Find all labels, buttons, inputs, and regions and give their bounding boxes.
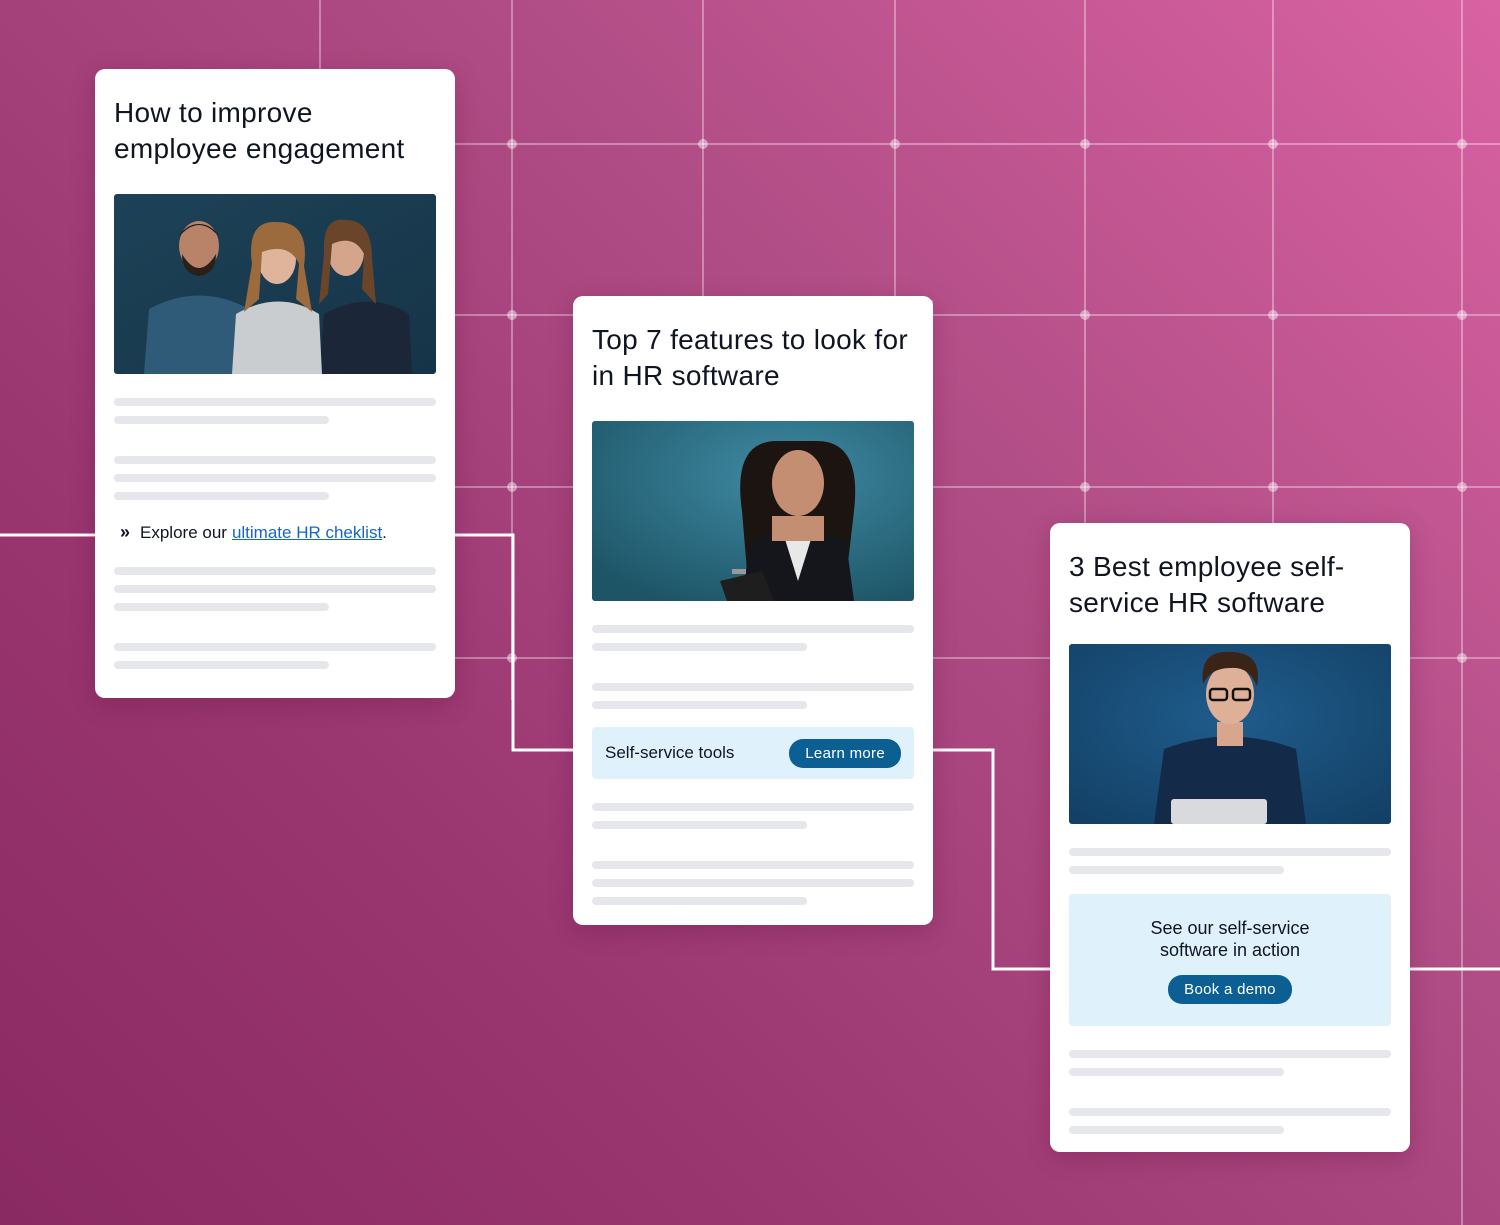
explore-prefix: Explore our	[140, 522, 227, 542]
text-placeholder-block	[114, 398, 436, 500]
double-chevron-right-icon: »	[120, 522, 131, 542]
card-title: 3 Best employee self-service HR software	[1069, 551, 1345, 618]
man-with-laptop-photo	[1069, 644, 1391, 824]
article-card-hr-features[interactable]: Top 7 features to look for in HR softwar…	[573, 296, 933, 925]
text-placeholder-block	[114, 567, 436, 669]
hr-checklist-link[interactable]: ultimate HR cheklist	[232, 523, 382, 543]
book-demo-button[interactable]: Book a demo	[1168, 974, 1292, 1004]
woman-with-clipboard-photo	[592, 421, 914, 601]
cta-label: Self-service tools	[605, 743, 735, 762]
cta-text: See our self-service software in action	[1150, 917, 1310, 960]
text-placeholder-block	[592, 803, 914, 905]
card-title: How to improve employee engagement	[114, 97, 405, 164]
book-demo-cta: See our self-service software in action …	[1069, 894, 1391, 1026]
explore-callout: » Explore our ultimate HR cheklist .	[120, 522, 436, 543]
text-placeholder-block	[592, 625, 914, 709]
self-service-cta: Self-service tools Learn more	[592, 727, 914, 779]
article-card-self-service[interactable]: 3 Best employee self-service HR software…	[1050, 523, 1410, 1152]
learn-more-button[interactable]: Learn more	[789, 738, 901, 768]
text-placeholder-block	[1069, 1050, 1391, 1134]
text-placeholder-block	[1069, 848, 1391, 874]
explore-suffix: .	[382, 522, 387, 542]
article-card-engagement[interactable]: How to improve employee engagement » Exp…	[95, 69, 455, 698]
three-coworkers-photo	[114, 194, 436, 374]
card-title: Top 7 features to look for in HR softwar…	[592, 324, 908, 391]
